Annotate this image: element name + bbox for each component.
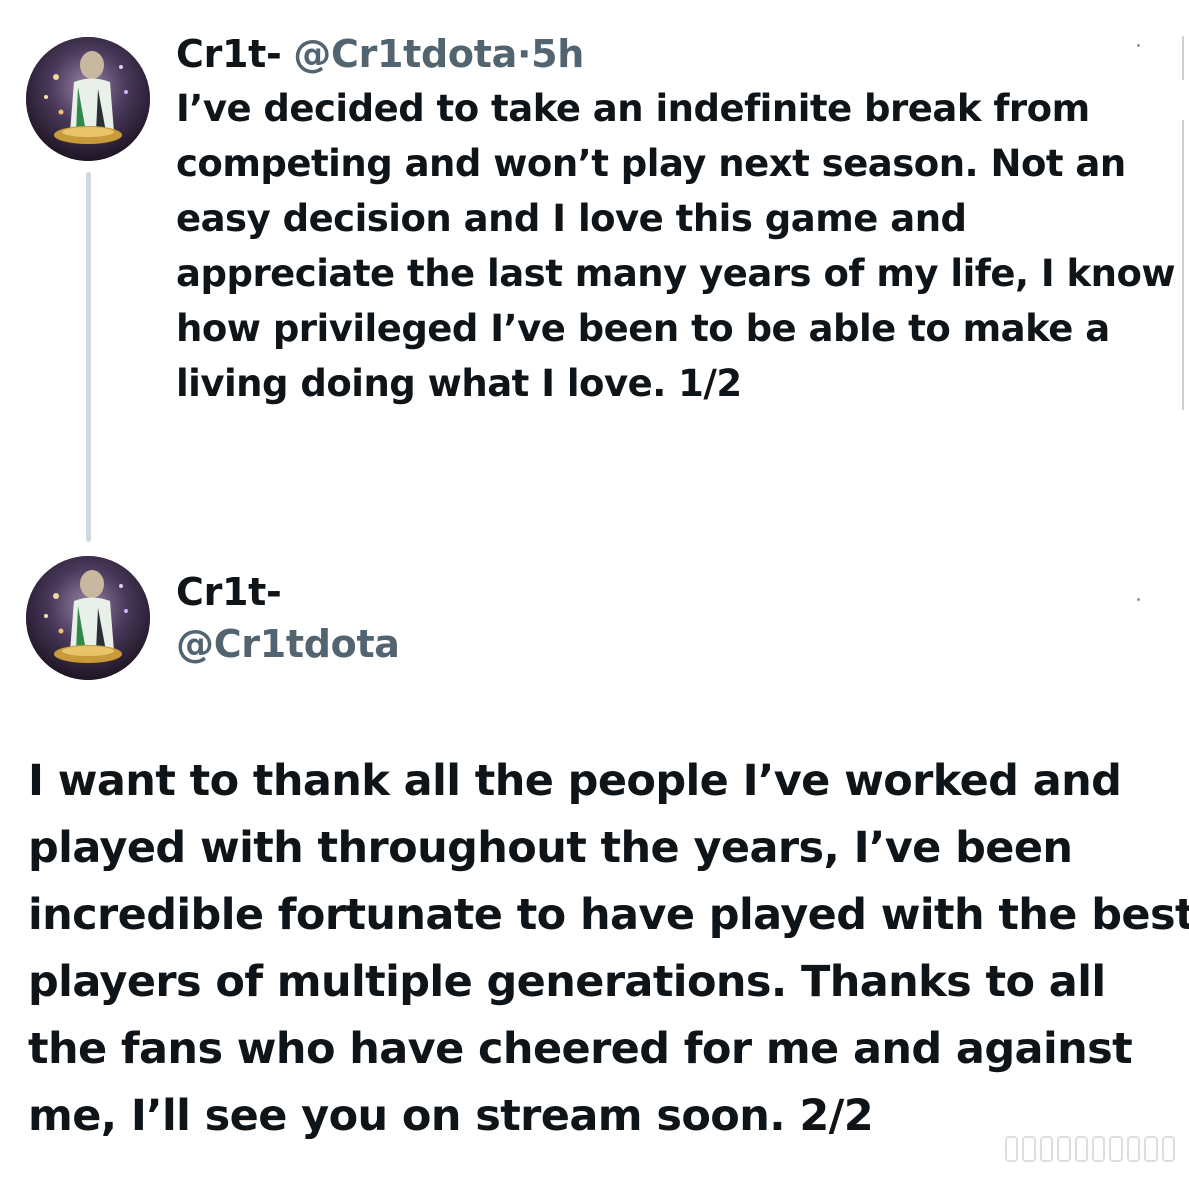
tweet-text-line: incredible fortunate to have played with… [28, 890, 1189, 940]
tweet-text-line: how privileged I’ve been to be able to m… [176, 307, 1110, 350]
scrollbar[interactable] [1182, 36, 1184, 80]
thread-connector-line [86, 172, 91, 542]
user-handle[interactable]: @Cr1tdota [176, 618, 400, 670]
tweet-text-line: the fans who have cheered for me and aga… [28, 1024, 1133, 1074]
display-name[interactable]: Cr1t- [176, 566, 282, 618]
more-menu-dot[interactable] [1137, 598, 1140, 601]
display-name[interactable]: Cr1t- [176, 32, 282, 76]
avatar[interactable] [26, 556, 150, 680]
tweet-text-line: players of multiple generations. Thanks … [28, 957, 1106, 1007]
tweet-text-line: competing and won’t play next season. No… [176, 142, 1126, 185]
tweet-text-line: appreciate the last many years of my lif… [176, 252, 1176, 295]
profile-photo-icon [26, 556, 150, 680]
tweet-text-line: living doing what I love. 1/2 [176, 362, 742, 405]
tweet-timestamp[interactable]: 5h [531, 32, 584, 76]
tweet-text: I want to thank all the people I’ve work… [28, 748, 1189, 1150]
header-separator: · [516, 32, 532, 76]
more-menu-dot[interactable] [1137, 44, 1140, 47]
tweet-text-line: I’ve decided to take an indefinite break… [176, 87, 1090, 130]
tweet-text-line: I want to thank all the people I’ve work… [28, 756, 1122, 806]
tweet-text: I’ve decided to take an indefinite break… [176, 81, 1176, 411]
tweet-text-line: easy decision and I love this game and [176, 197, 967, 240]
avatar[interactable] [26, 37, 150, 161]
tweet-text-line: played with throughout the years, I’ve b… [28, 823, 1073, 873]
tweet-header: Cr1t- @Cr1tdota·5h [176, 28, 584, 80]
scrollbar-lower [1182, 120, 1184, 410]
watermark-logo [999, 1131, 1176, 1167]
profile-photo-icon [26, 37, 150, 161]
user-handle[interactable]: @Cr1tdota [293, 32, 517, 76]
